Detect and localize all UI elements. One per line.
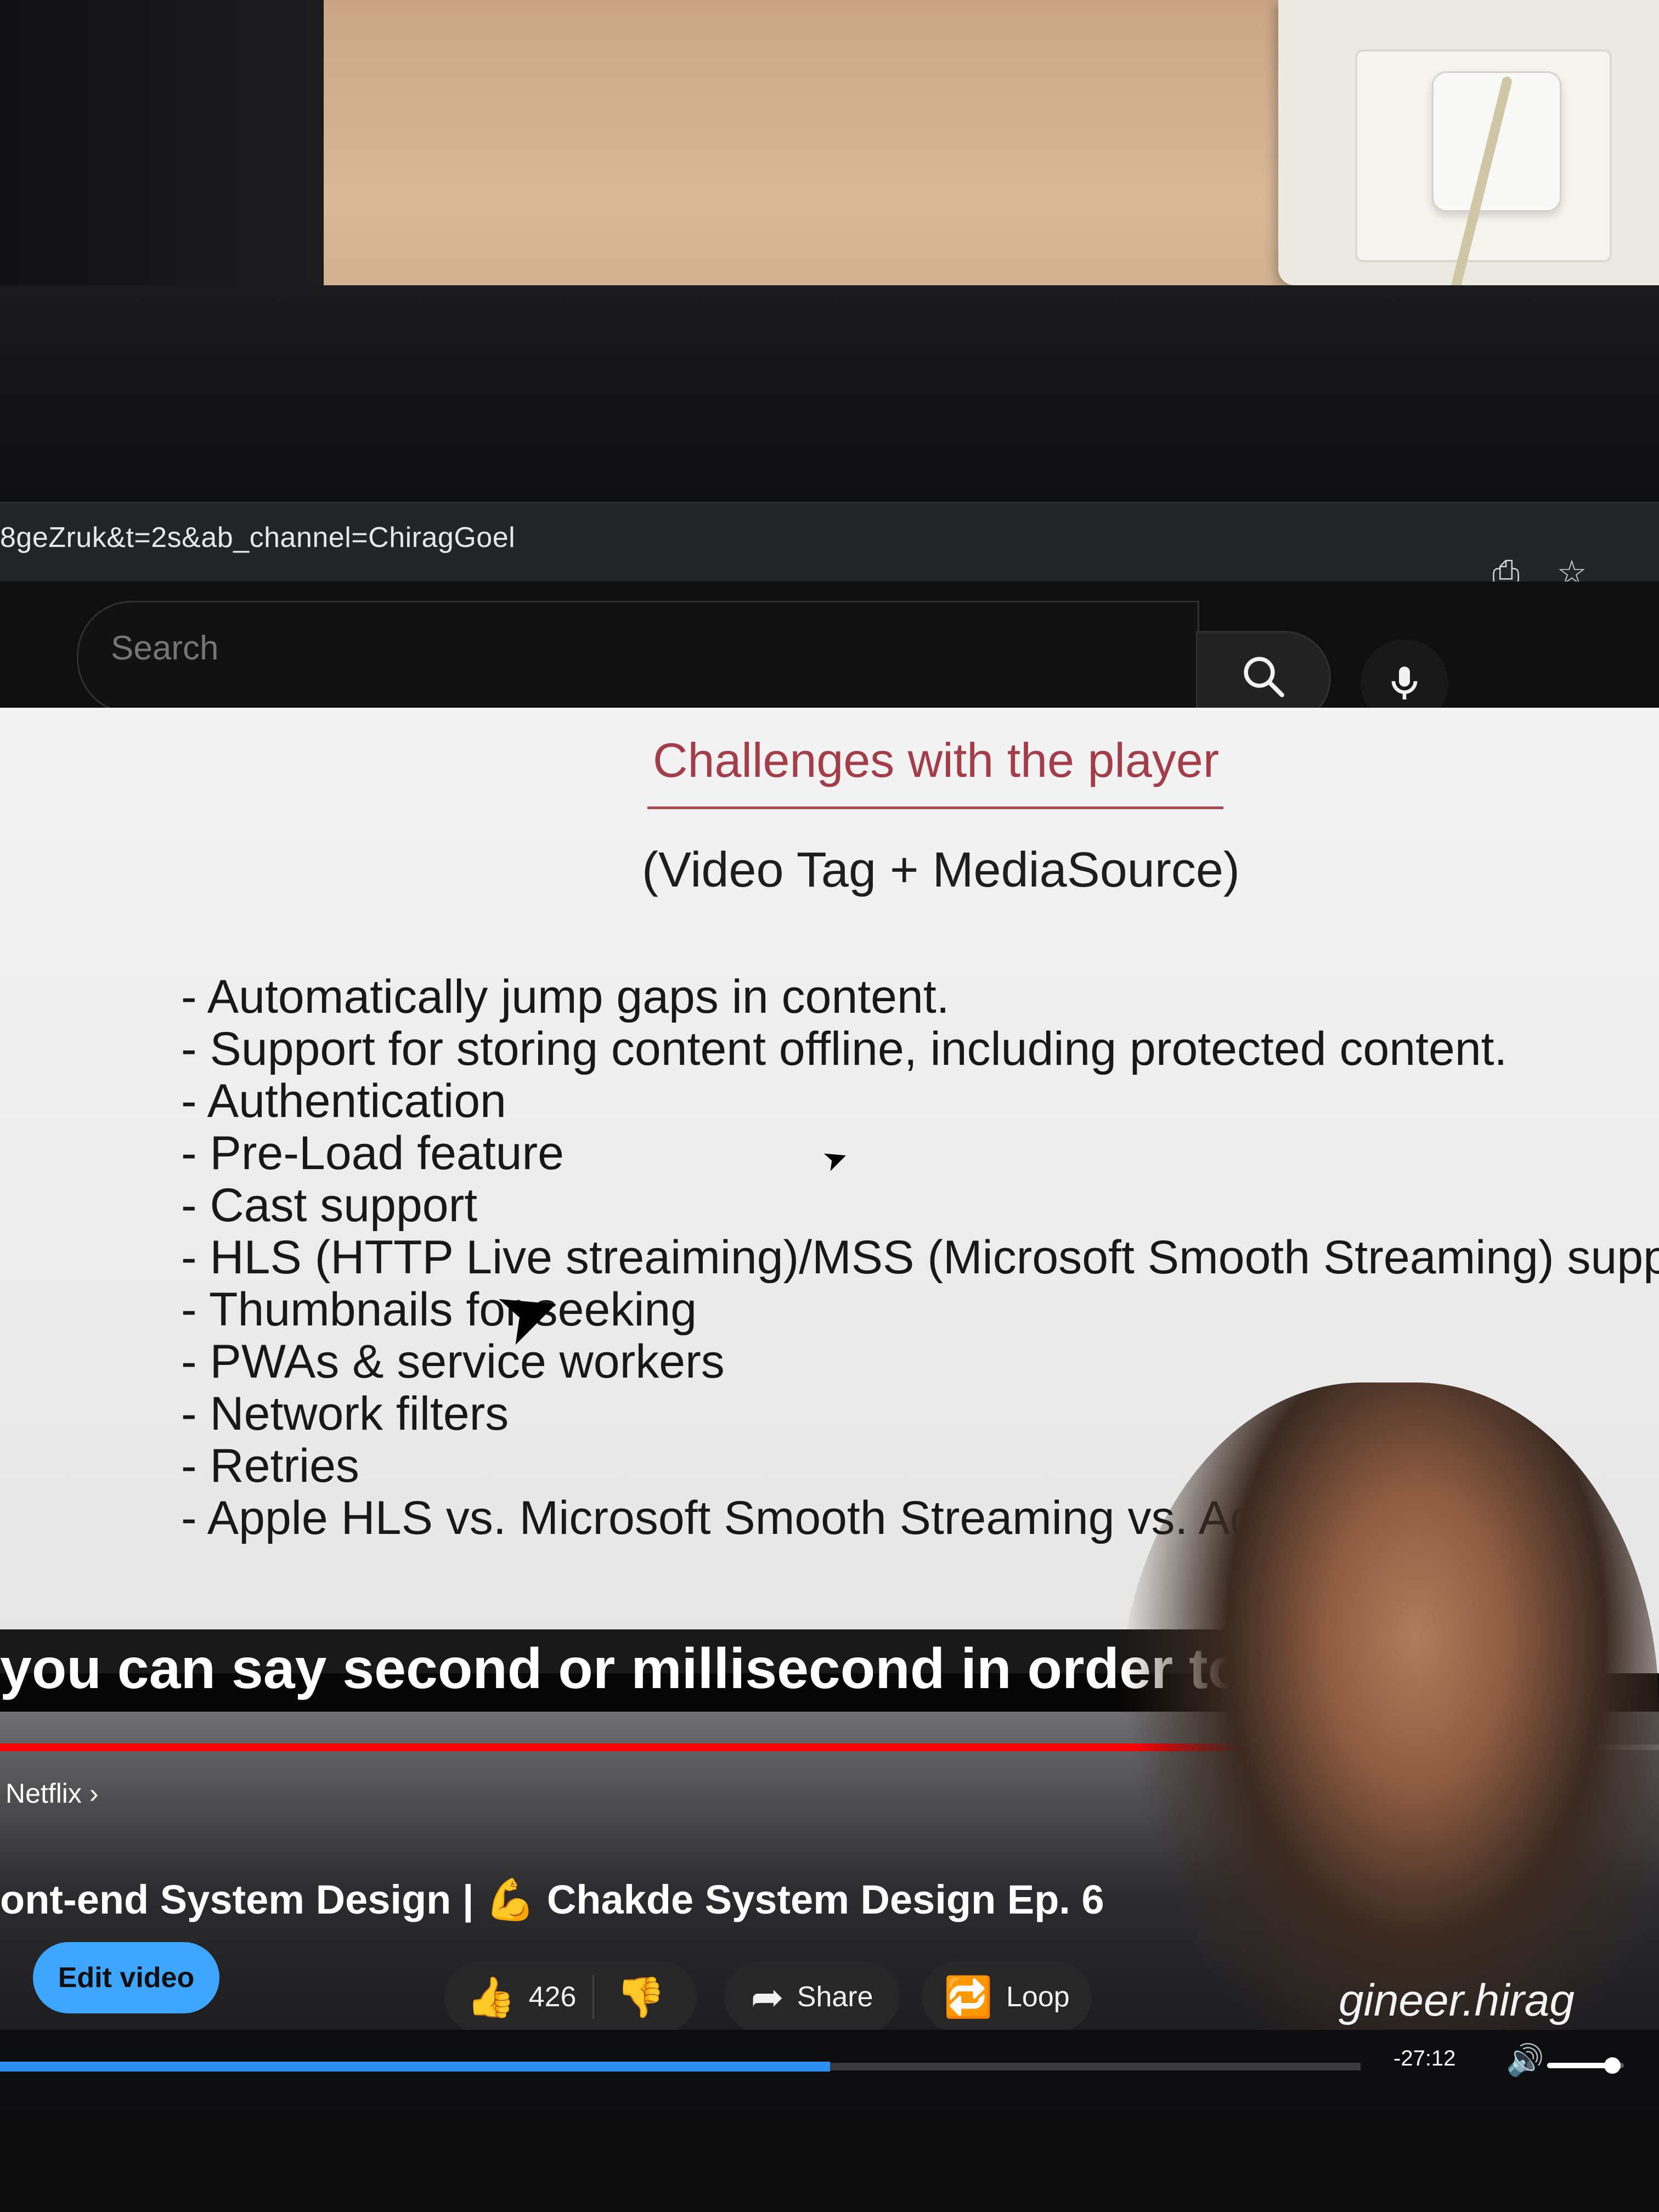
video-title: ont-end System Design | 💪 Chakde System … bbox=[0, 1877, 1104, 1922]
slide-bullet: - PWAs & service workers bbox=[181, 1335, 725, 1388]
chevron-right-icon: › bbox=[89, 1778, 99, 1809]
slide-bullet: - Pre-Load feature bbox=[181, 1127, 564, 1180]
seek-bar-played bbox=[0, 2062, 830, 2072]
dislike-button[interactable]: 👎 bbox=[594, 1974, 665, 2021]
monitor-bezel-top bbox=[0, 285, 1659, 538]
slide-bullet: - Authentication bbox=[181, 1075, 506, 1127]
like-button[interactable]: 👍 426 bbox=[444, 1975, 595, 2019]
monitor-bezel-bottom bbox=[0, 2112, 1659, 2212]
share-arrow-icon: ➦ bbox=[751, 1976, 784, 2019]
chapter-link[interactable]: Netflix › bbox=[5, 1778, 98, 1809]
room-background-left bbox=[0, 0, 324, 329]
slide-bullet: - Support for storing content offline, i… bbox=[181, 1023, 1508, 1075]
search-icon bbox=[1244, 657, 1284, 697]
slide-bullet: - Automatically jump gaps in content. bbox=[181, 970, 950, 1023]
volume-slider-fill bbox=[1547, 2063, 1612, 2068]
slide-bullet: - Cast support bbox=[181, 1179, 478, 1232]
share-button[interactable]: ➦ Share bbox=[724, 1961, 900, 2033]
slide-bullet: - HLS (HTTP Live streaiming)/MSS (Micros… bbox=[181, 1231, 1659, 1284]
loop-label: Loop bbox=[1006, 1981, 1070, 2013]
video-player[interactable]: Challenges with the player (Video Tag + … bbox=[0, 708, 1659, 2112]
thumbs-up-icon: 👍 bbox=[466, 1975, 516, 2019]
url-text[interactable]: 8geZruk&t=2s&ab_channel=ChiragGoel bbox=[0, 521, 515, 554]
volume-slider-knob[interactable] bbox=[1604, 2057, 1621, 2074]
slide-title: Challenges with the player bbox=[653, 733, 1220, 787]
search-input[interactable] bbox=[110, 623, 1154, 673]
loop-button[interactable]: 🔁 Loop bbox=[922, 1961, 1092, 2033]
thumbs-down-icon: 👎 bbox=[616, 1975, 666, 2019]
slide-title-underline bbox=[647, 806, 1223, 809]
channel-watermark: gineer.hirag bbox=[1339, 1976, 1575, 2025]
share-label: Share bbox=[797, 1981, 873, 2013]
edit-video-button[interactable]: Edit video bbox=[33, 1942, 219, 2013]
microphone-icon bbox=[1391, 667, 1418, 699]
like-dislike-group: 👍 426 👎 bbox=[444, 1961, 697, 2033]
volume-icon[interactable]: 🔊 bbox=[1506, 2042, 1544, 2078]
slide-subtitle: (Video Tag + MediaSource) bbox=[642, 843, 1240, 898]
loop-icon: 🔁 bbox=[944, 1975, 993, 2019]
chapter-label: Netflix bbox=[5, 1778, 82, 1809]
like-count: 426 bbox=[528, 1981, 577, 2013]
time-remaining: -27:12 bbox=[1393, 2046, 1456, 2070]
chapter-progress-fill bbox=[0, 1743, 1286, 1751]
slide-bullet: - Thumbnails for seeking bbox=[181, 1283, 697, 1336]
